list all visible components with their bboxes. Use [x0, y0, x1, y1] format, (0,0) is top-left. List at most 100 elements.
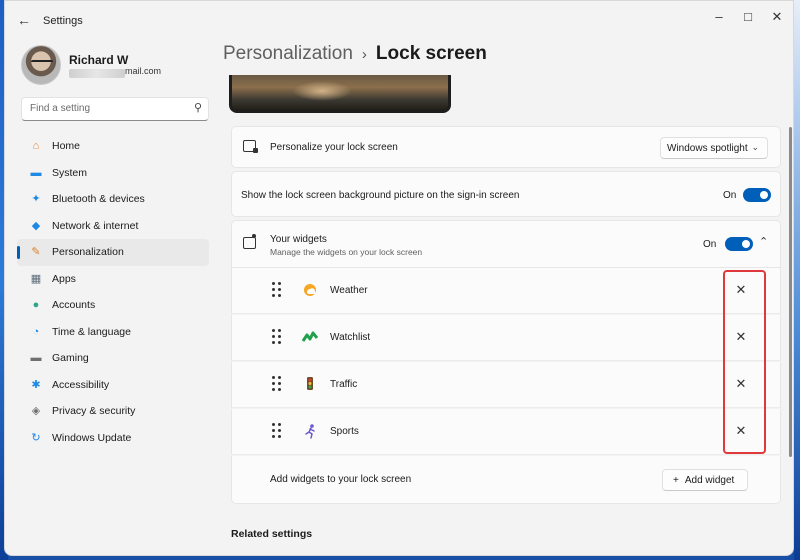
sidebar-item-label: Privacy & security: [52, 405, 136, 418]
highlight-annotation: [723, 270, 766, 454]
add-widget-button[interactable]: + Add widget: [662, 469, 748, 491]
widget-label: Watchlist: [330, 332, 371, 343]
scrollbar[interactable]: [789, 127, 792, 457]
sidebar-item-network-internet[interactable]: ◆ Network & internet: [17, 213, 209, 240]
sidebar-item-label: Bluetooth & devices: [52, 193, 145, 206]
search-box[interactable]: Find a setting ⚲: [21, 97, 209, 121]
sidebar-item-system[interactable]: ▬ System: [17, 160, 209, 187]
bluetooth-icon: ✦: [31, 193, 41, 206]
signin-toggle-state: On: [723, 190, 737, 201]
sidebar-item-label: Network & internet: [52, 219, 139, 232]
sidebar-item-label: Apps: [52, 272, 76, 285]
watchlist-icon: [302, 331, 318, 342]
breadcrumb-parent[interactable]: Personalization: [223, 43, 353, 64]
settings-window: ← Settings – □ ✕ Richard W mail.com Find…: [4, 0, 794, 556]
widget-label: Traffic: [330, 379, 358, 390]
chevron-up-icon[interactable]: ⌃: [759, 235, 768, 248]
time-language-icon: ◔: [32, 325, 40, 338]
sidebar-item-label: Time & language: [52, 325, 131, 338]
widget-label: Weather: [330, 285, 368, 296]
sports-icon: [305, 424, 315, 439]
lock-icon: [253, 148, 258, 153]
widgets-icon: [243, 237, 256, 249]
sidebar: Richard W mail.com Find a setting ⚲ ⌂ Hom…: [5, 39, 215, 555]
page-title: Lock screen: [375, 43, 487, 64]
toggle-knob: [760, 191, 768, 199]
sidebar-item-label: Accounts: [52, 299, 96, 312]
widgets-title: Your widgets: [270, 234, 327, 245]
widgets-header[interactable]: Your widgets Manage the widgets on your …: [231, 220, 781, 268]
user-email: mail.com: [125, 66, 162, 76]
sidebar-item-home[interactable]: ⌂ Home: [17, 133, 209, 160]
sidebar-item-accessibility[interactable]: ✱ Accessibility: [17, 372, 209, 399]
chevron-down-icon: ⌄: [751, 142, 759, 152]
widgets-toggle[interactable]: [725, 237, 753, 251]
drag-handle-icon[interactable]: [272, 329, 282, 345]
sidebar-nav: ⌂ Home ▬ System ✦ Bluetooth & devices ◆ Network…: [17, 133, 209, 451]
widgets-icon-dot: [252, 234, 256, 238]
drag-handle-icon[interactable]: [272, 282, 282, 298]
add-widget-row: Add widgets to your lock screen + Add wid…: [231, 456, 781, 504]
sidebar-item-label: Personalization: [52, 246, 124, 259]
sidebar-item-time-language[interactable]: ◔ Time & language: [17, 319, 209, 346]
personalize-dropdown[interactable]: Windows spotlight ⌄: [660, 137, 768, 159]
weather-icon: [304, 284, 316, 296]
sidebar-item-label: Home: [52, 140, 81, 153]
signin-toggle[interactable]: [743, 188, 771, 202]
search-icon[interactable]: ⚲: [194, 101, 202, 114]
sidebar-item-gaming[interactable]: ▬ Gaming: [17, 345, 209, 372]
sidebar-item-windows-update[interactable]: ↻ Windows Update: [17, 425, 209, 452]
sidebar-item-label: System: [52, 166, 88, 179]
apps-icon: ▦: [30, 272, 42, 285]
close-button[interactable]: ✕: [763, 7, 791, 27]
gaming-icon: ▬: [30, 352, 42, 365]
active-indicator: [17, 246, 20, 259]
related-settings-heading: Related settings: [231, 528, 313, 540]
shield-icon: ◈: [31, 405, 41, 418]
windows-update-icon: ↻: [31, 431, 41, 444]
widget-row: Watchlist ✕: [231, 315, 781, 361]
traffic-icon: [307, 377, 313, 390]
lock-screen-preview: [229, 75, 451, 113]
sidebar-item-personalization[interactable]: ✎ Personalization: [17, 239, 209, 266]
title-bar: ← Settings – □ ✕: [5, 1, 793, 39]
drag-handle-icon[interactable]: [272, 423, 282, 439]
minimize-button[interactable]: –: [705, 7, 733, 27]
personalize-label: Personalize your lock screen: [270, 142, 398, 153]
email-redaction: [69, 69, 125, 78]
widget-row: Sports ✕: [231, 409, 781, 455]
network-icon: ◆: [31, 219, 41, 232]
back-arrow-icon[interactable]: ←: [15, 12, 33, 28]
sidebar-item-label: Windows Update: [52, 431, 132, 444]
accounts-icon: ●: [32, 299, 40, 312]
home-icon: ⌂: [32, 140, 40, 153]
preview-image-detail: [292, 81, 352, 101]
widgets-subtitle: Manage the widgets on your lock screen: [270, 247, 423, 257]
widget-row: Weather ✕: [231, 268, 781, 314]
search-input[interactable]: Find a setting: [30, 103, 90, 114]
widgets-toggle-state: On: [703, 239, 717, 250]
sidebar-item-label: Accessibility: [52, 378, 110, 391]
add-widget-label: Add widget: [684, 475, 735, 486]
sidebar-item-accounts[interactable]: ● Accounts: [17, 292, 209, 319]
user-name: Richard W: [69, 53, 129, 67]
signin-background-card: Show the lock screen background picture …: [231, 171, 781, 217]
sidebar-item-apps[interactable]: ▦ Apps: [17, 266, 209, 293]
toggle-knob: [742, 240, 750, 248]
add-widgets-label: Add widgets to your lock screen: [270, 474, 412, 485]
widget-row: Traffic ✕: [231, 362, 781, 408]
sidebar-item-bluetooth-devices[interactable]: ✦ Bluetooth & devices: [17, 186, 209, 213]
personalize-card: Personalize your lock screen Windows spo…: [231, 126, 781, 168]
desktop-background-right: [794, 0, 800, 560]
breadcrumb: Personalization › Lock screen: [223, 43, 487, 65]
maximize-button[interactable]: □: [734, 7, 762, 27]
app-title: Settings: [43, 15, 83, 27]
signin-label: Show the lock screen background picture …: [241, 190, 520, 201]
drag-handle-icon[interactable]: [272, 376, 282, 392]
avatar-glasses: [31, 60, 53, 66]
accessibility-icon: ✱: [31, 378, 41, 391]
dropdown-value: Windows spotlight: [667, 143, 748, 154]
avatar[interactable]: [21, 45, 61, 85]
sidebar-item-privacy-security[interactable]: ◈ Privacy & security: [17, 398, 209, 425]
widget-label: Sports: [330, 426, 359, 437]
